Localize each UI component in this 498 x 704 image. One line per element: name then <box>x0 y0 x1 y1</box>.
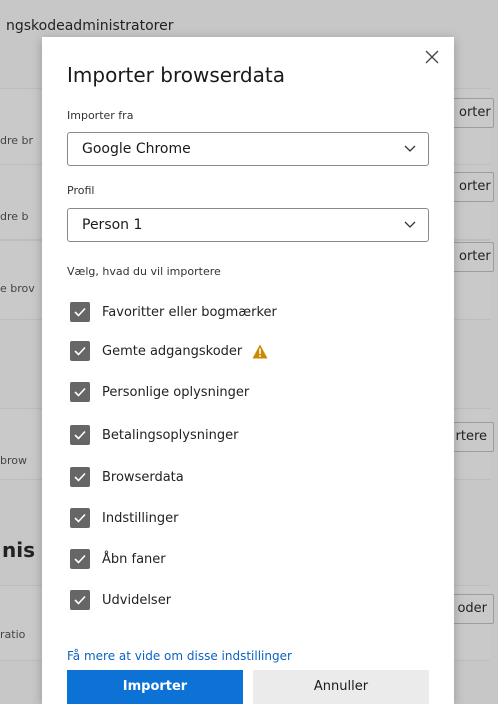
import-from-label: Importer fra <box>67 109 134 122</box>
background-text: brow <box>0 454 27 467</box>
import-button[interactable]: Importer <box>67 670 243 704</box>
checkbox[interactable] <box>70 549 90 569</box>
chevron-down-icon <box>404 145 416 152</box>
checkbox-label: Udvidelser <box>102 592 172 608</box>
checkbox-row-favorites[interactable]: Favoritter eller bogmærker <box>70 300 277 324</box>
profile-label: Profil <box>67 184 95 197</box>
checkbox[interactable] <box>70 467 90 487</box>
checkbox-label: Åbn faner <box>102 551 166 567</box>
cancel-button[interactable]: Annuller <box>253 670 429 704</box>
checkbox-row-settings[interactable]: Indstillinger <box>70 506 178 530</box>
chevron-down-icon <box>404 221 416 228</box>
checkmark-icon <box>74 513 86 523</box>
checkbox[interactable] <box>70 508 90 528</box>
checkmark-icon <box>74 554 86 564</box>
background-text: dre b <box>0 210 29 223</box>
checkbox[interactable] <box>70 341 90 361</box>
checkmark-icon <box>74 387 86 397</box>
checkbox[interactable] <box>70 382 90 402</box>
close-icon[interactable] <box>422 47 442 67</box>
checkbox-row-payment-info[interactable]: Betalingsoplysninger <box>70 423 238 447</box>
import-from-dropdown[interactable]: Google Chrome <box>67 132 429 166</box>
checkmark-icon <box>74 472 86 482</box>
background-text: ratio <box>0 628 26 641</box>
choose-items-label: Vælg, hvad du vil importere <box>67 265 221 278</box>
checkbox-label: Favoritter eller bogmærker <box>102 304 277 320</box>
background-text: dre br <box>0 134 34 147</box>
checkbox-row-personal-info[interactable]: Personlige oplysninger <box>70 380 249 404</box>
import-from-value: Google Chrome <box>82 141 191 157</box>
checkbox-label: Browserdata <box>102 469 184 485</box>
checkmark-icon <box>74 430 86 440</box>
checkbox-row-passwords[interactable]: Gemte adgangskoder <box>70 339 268 363</box>
checkbox[interactable] <box>70 302 90 322</box>
checkbox-row-extensions[interactable]: Udvidelser <box>70 588 171 612</box>
profile-value: Person 1 <box>82 217 143 233</box>
background-import-button: orter <box>452 172 494 202</box>
background-section-heading: nis <box>2 538 35 562</box>
checkbox-row-open-tabs[interactable]: Åbn faner <box>70 547 166 571</box>
background-import-button: orter <box>452 242 494 272</box>
checkbox-label: Personlige oplysninger <box>102 384 250 400</box>
background-import-button: orter <box>452 98 494 128</box>
learn-more-link[interactable]: Få mere at vide om disse indstillinger <box>67 649 292 663</box>
checkbox[interactable] <box>70 425 90 445</box>
checkmark-icon <box>74 307 86 317</box>
dialog-title: Importer browserdata <box>67 63 285 87</box>
checkmark-icon <box>74 346 86 356</box>
warning-icon <box>252 344 268 358</box>
import-browser-data-dialog: Importer browserdata Importer fra Google… <box>42 37 454 704</box>
checkbox[interactable] <box>70 590 90 610</box>
checkbox-row-browser-data[interactable]: Browserdata <box>70 465 184 489</box>
background-text: e brov <box>0 282 35 295</box>
checkmark-icon <box>74 595 86 605</box>
checkbox-label: Indstillinger <box>102 510 179 526</box>
checkbox-label: Gemte adgangskoder <box>102 343 243 359</box>
profile-dropdown[interactable]: Person 1 <box>67 208 429 242</box>
checkbox-label: Betalingsoplysninger <box>102 427 239 443</box>
